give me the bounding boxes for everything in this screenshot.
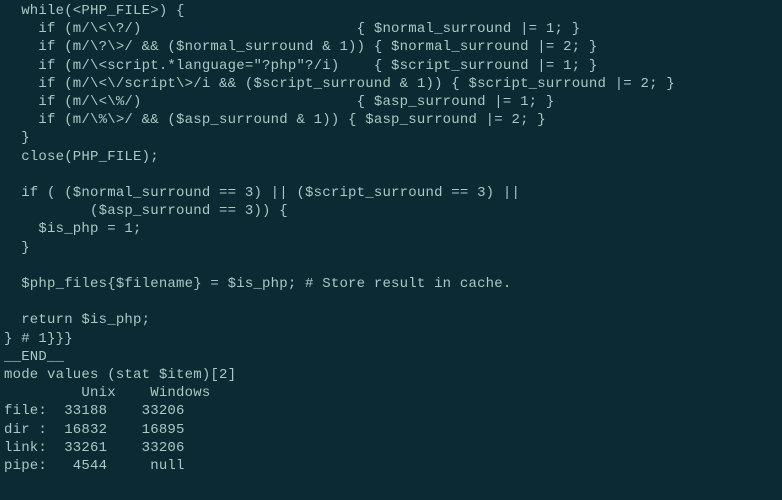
code-content: while(<PHP_FILE>) { if (m/\<\?/) { $norm… [4,3,675,474]
code-block: while(<PHP_FILE>) { if (m/\<\?/) { $norm… [0,0,782,479]
